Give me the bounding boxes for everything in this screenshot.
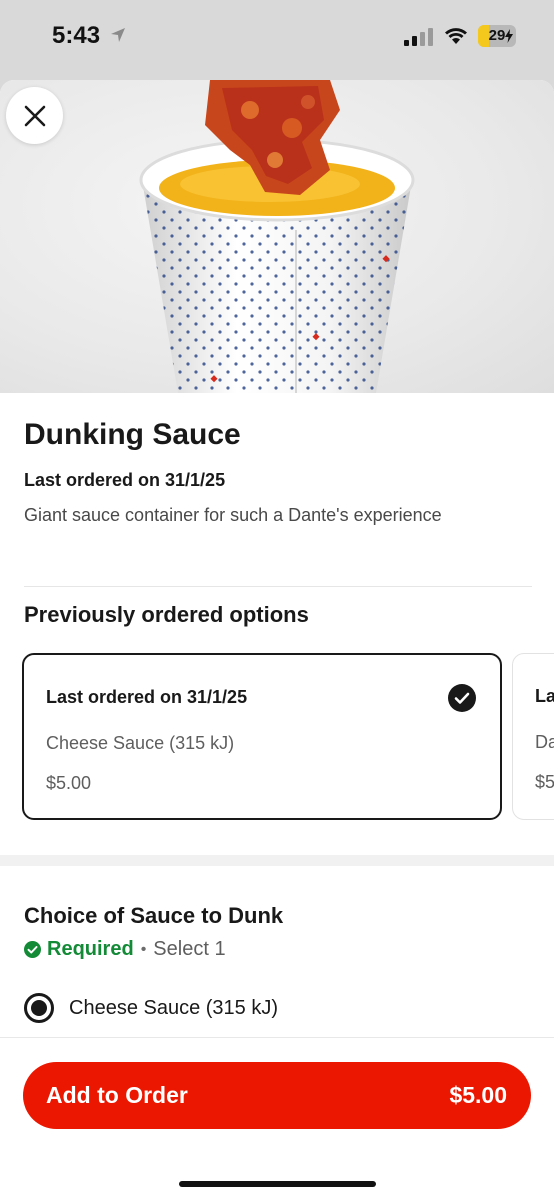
checkmark-circle-icon xyxy=(448,684,476,712)
wifi-icon xyxy=(445,28,467,44)
previous-option-card[interactable]: Last ordered on 31/1/25 Cheese Sauce (31… xyxy=(22,653,502,820)
separator-dot: • xyxy=(140,940,147,958)
card-heading: La xyxy=(535,686,554,706)
add-to-order-label: Add to Order xyxy=(46,1082,188,1108)
product-title: Dunking Sauce xyxy=(24,418,241,451)
requirement-row: Required • Select 1 xyxy=(24,938,226,961)
sauce-cup-illustration xyxy=(139,80,415,393)
card-description: Cheese Sauce (315 kJ) xyxy=(46,733,235,753)
product-image xyxy=(0,80,554,393)
status-time: 5:43 xyxy=(52,22,101,49)
add-to-order-button[interactable]: Add to Order $5.00 xyxy=(23,1062,531,1129)
location-arrow-icon xyxy=(111,28,125,42)
status-bar: 5:43 29 xyxy=(0,0,554,80)
card-description: Da xyxy=(535,732,554,752)
radio-button[interactable] xyxy=(24,993,54,1023)
item-detail-sheet: Dunking Sauce Last ordered on 31/1/25 Gi… xyxy=(0,80,554,1200)
required-check-icon xyxy=(24,941,41,958)
footer: Add to Order $5.00 xyxy=(0,1037,554,1200)
required-label: Required xyxy=(47,938,134,960)
card-price: $5 xyxy=(535,772,554,792)
last-ordered-label: Last ordered on 31/1/25 xyxy=(24,470,226,490)
card-heading: Last ordered on 31/1/25 xyxy=(46,687,248,707)
section-separator xyxy=(0,855,554,866)
sauce-option-cheese[interactable]: Cheese Sauce (315 kJ) xyxy=(24,993,278,1023)
sauce-choice-title: Choice of Sauce to Dunk xyxy=(24,903,284,928)
divider xyxy=(24,586,532,587)
previous-option-card[interactable]: La Da $5 xyxy=(512,653,554,820)
product-description: Giant sauce container for such a Dante's… xyxy=(24,505,442,525)
battery-indicator: 29 xyxy=(478,25,516,47)
charging-bolt-icon xyxy=(505,29,513,43)
close-button[interactable] xyxy=(6,87,63,144)
cellular-signal-icon xyxy=(404,28,433,46)
previously-ordered-title: Previously ordered options xyxy=(24,602,309,627)
close-icon xyxy=(24,105,45,126)
radio-selected-dot xyxy=(31,1000,47,1016)
home-indicator xyxy=(179,1181,376,1187)
card-price: $5.00 xyxy=(46,773,92,793)
select-count-label: Select 1 xyxy=(153,938,226,960)
order-price: $5.00 xyxy=(449,1082,507,1108)
sauce-option-label: Cheese Sauce (315 kJ) xyxy=(69,996,279,1019)
